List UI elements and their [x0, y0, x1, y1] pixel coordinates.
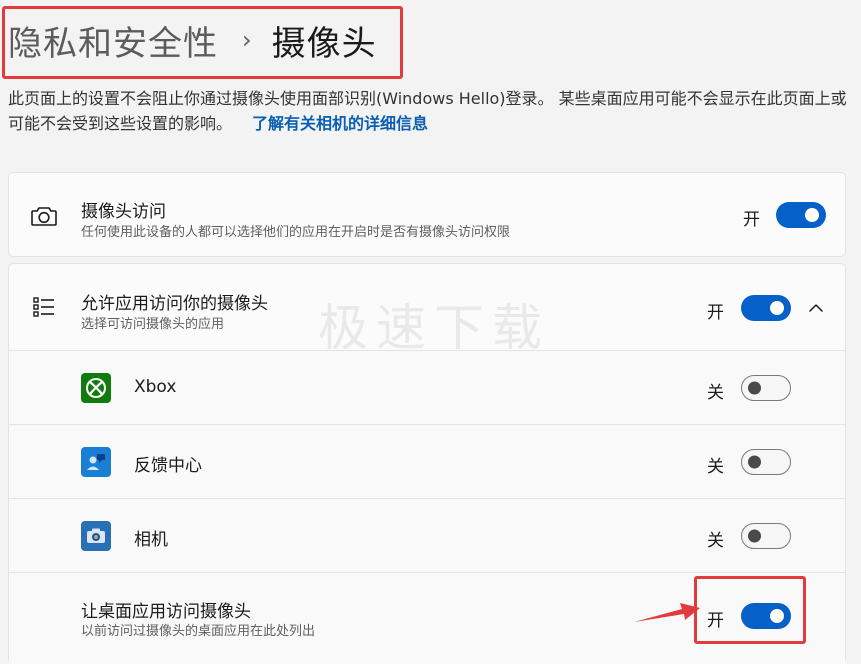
app-state-label: 关 [707, 531, 724, 551]
page-description: 此页面上的设置不会阻止你通过摄像头使用面部识别(Windows Hello)登录… [8, 86, 853, 136]
camera-app-icon [81, 521, 111, 551]
xbox-camera-toggle[interactable] [741, 375, 791, 401]
app-access-card: 允许应用访问你的摄像头 选择可访问摄像头的应用 开 Xbox 关 反馈中心 关 … [8, 263, 846, 664]
feedback-hub-icon [81, 447, 111, 477]
app-state-label: 关 [707, 383, 724, 403]
toggle-knob [770, 301, 784, 315]
camera-access-title: 摄像头访问 [81, 202, 166, 222]
camera-access-toggle[interactable] [776, 202, 826, 228]
app-state-label: 关 [707, 457, 724, 477]
camera-access-subtitle: 任何使用此设备的人都可以选择他们的应用在开启时是否有摄像头访问权限 [81, 225, 511, 240]
list-icon [29, 292, 59, 322]
app-access-title: 允许应用访问你的摄像头 [81, 294, 268, 314]
app-access-toggle[interactable] [741, 295, 791, 321]
desktop-access-toggle[interactable] [741, 603, 791, 629]
app-name: Xbox [134, 377, 177, 397]
app-access-subtitle: 选择可访问摄像头的应用 [81, 317, 225, 332]
toggle-knob [805, 208, 819, 222]
xbox-icon [81, 373, 111, 403]
page-title: 摄像头 [271, 23, 377, 64]
desktop-access-row: 让桌面应用访问摄像头 以前访问过摄像头的桌面应用在此处列出 开 [9, 572, 845, 664]
camera-access-card: 摄像头访问 任何使用此设备的人都可以选择他们的应用在开启时是否有摄像头访问权限 … [8, 172, 846, 257]
app-name: 相机 [134, 530, 168, 550]
toggle-knob [748, 455, 761, 469]
feedback-hub-camera-toggle[interactable] [741, 449, 791, 475]
app-row-xbox: Xbox 关 [9, 350, 845, 424]
desktop-access-state-label: 开 [707, 611, 724, 631]
red-arrow-icon [634, 603, 700, 622]
app-row-camera: 相机 关 [9, 498, 845, 572]
camera-icon [29, 201, 59, 231]
toggle-knob [748, 381, 761, 395]
learn-more-camera-link[interactable]: 了解有关相机的详细信息 [252, 114, 428, 133]
breadcrumb-parent-privacy-security[interactable]: 隐私和安全性 [8, 16, 218, 65]
desktop-access-title: 让桌面应用访问摄像头 [81, 602, 251, 622]
app-access-header-row[interactable]: 允许应用访问你的摄像头 选择可访问摄像头的应用 开 [9, 264, 845, 350]
app-name: 反馈中心 [134, 456, 202, 476]
camera-app-camera-toggle[interactable] [741, 523, 791, 549]
toggle-knob [748, 529, 761, 543]
camera-access-state-label: 开 [743, 210, 760, 230]
toggle-knob [770, 609, 784, 623]
breadcrumb-chevron-icon: › [242, 26, 252, 54]
app-access-state-label: 开 [707, 303, 724, 323]
desktop-access-subtitle: 以前访问过摄像头的桌面应用在此处列出 [81, 624, 316, 639]
breadcrumb: 隐私和安全性 › 摄像头 [8, 12, 377, 68]
chevron-up-icon[interactable] [801, 293, 831, 323]
app-row-feedback-hub: 反馈中心 关 [9, 424, 845, 498]
